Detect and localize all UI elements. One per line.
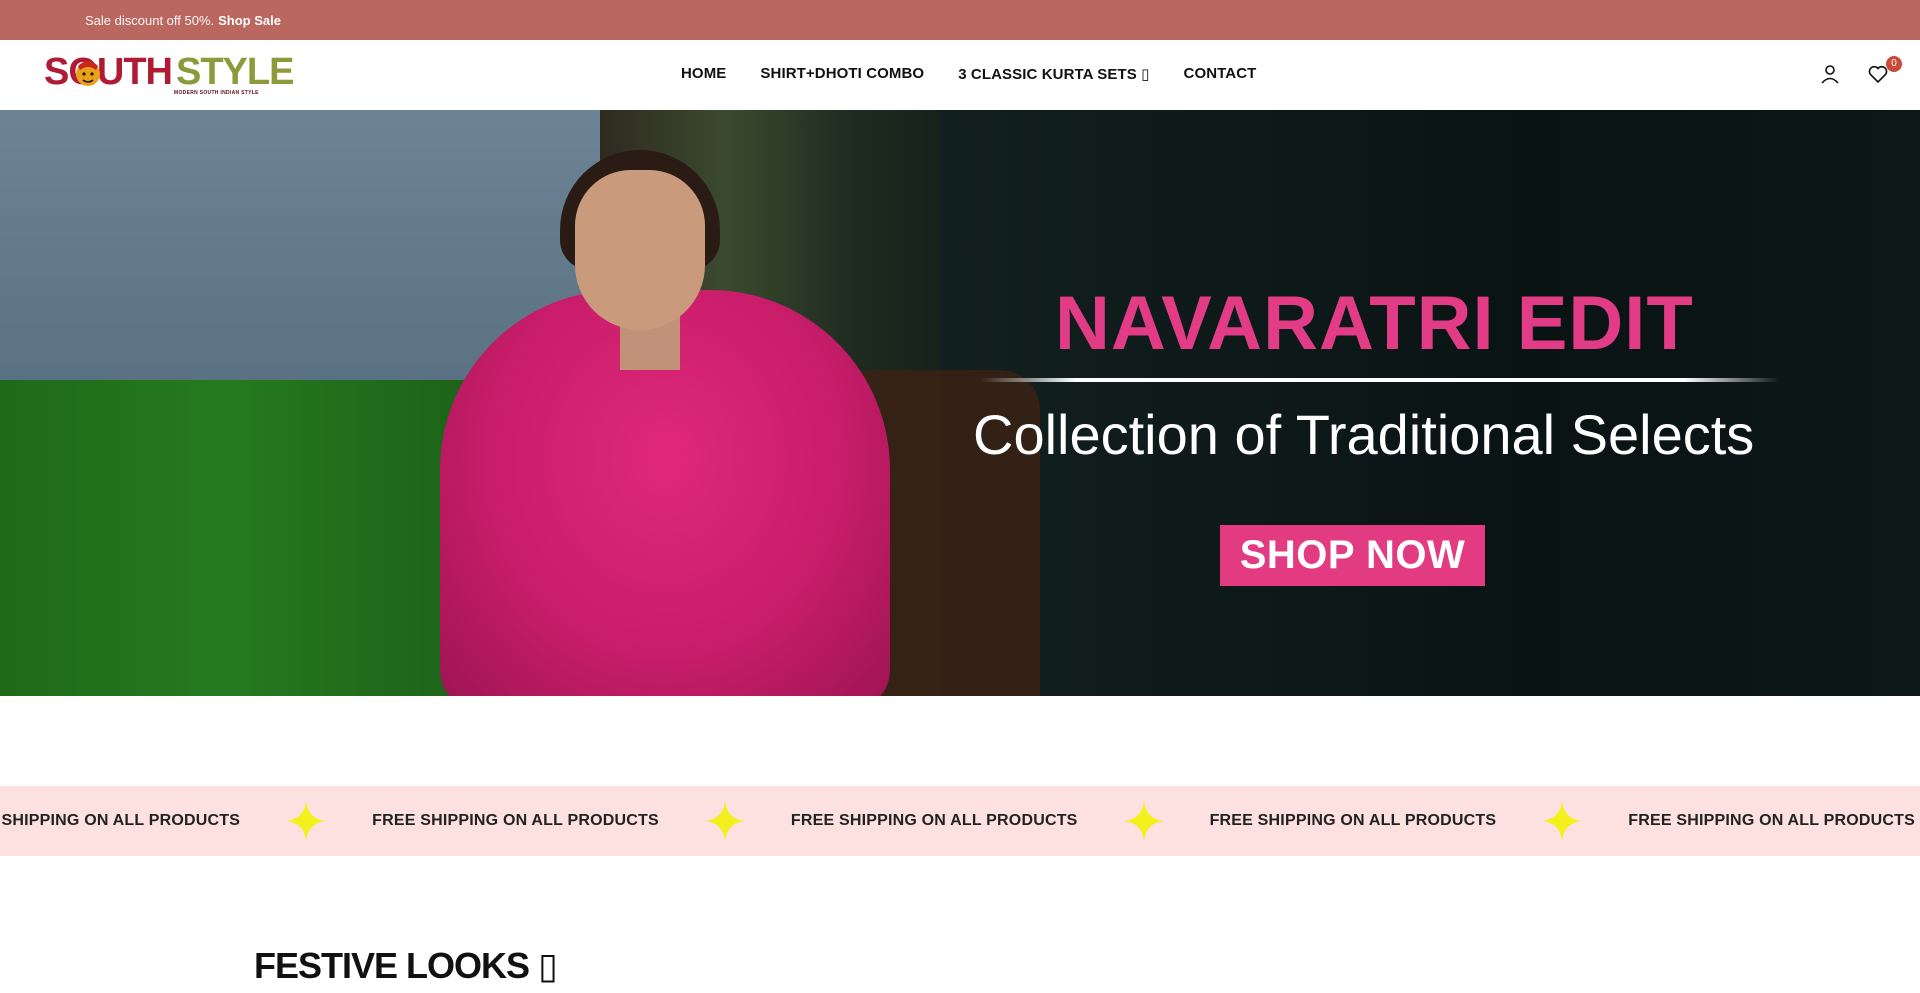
announcement-text: Sale discount off 50%. bbox=[85, 12, 215, 28]
marquee-track: E SHIPPING ON ALL PRODUCTS FREE SHIPPING… bbox=[0, 786, 1920, 856]
marquee-item: FREE SHIPPING ON ALL PRODUCTS bbox=[1628, 812, 1915, 829]
logo-tagline: MODERN SOUTH INDIAN STYLE bbox=[174, 90, 259, 96]
nav-item-contact[interactable]: CONTACT bbox=[1184, 65, 1257, 83]
site-header: SOUTH STYLE MODERN SOUTH INDIAN STYLE HOM… bbox=[0, 40, 1920, 110]
section-title: FESTIVE LOOKS ▯ bbox=[254, 945, 558, 986]
nav-item-classic-kurta-sets[interactable]: 3 CLASSIC KURTA SETS ▯ bbox=[958, 65, 1149, 83]
hero-title: NAVARATRI EDIT bbox=[1055, 281, 1694, 366]
logo-face-icon bbox=[76, 61, 100, 86]
main-nav: HOME SHIRT+DHOTI COMBO 3 CLASSIC KURTA S… bbox=[681, 65, 1256, 83]
hero-subtitle: Collection of Traditional Selects bbox=[973, 403, 1755, 466]
nav-item-home[interactable]: HOME bbox=[681, 65, 726, 83]
hero-banner[interactable]: NAVARATRI EDIT Collection of Traditional… bbox=[0, 110, 1920, 696]
hero-model-face bbox=[575, 170, 705, 330]
header-actions: 0 bbox=[1818, 56, 1902, 86]
shipping-marquee: E SHIPPING ON ALL PRODUCTS FREE SHIPPING… bbox=[0, 786, 1920, 856]
nav-item-shirt-dhoti-combo[interactable]: SHIRT+DHOTI COMBO bbox=[760, 65, 924, 83]
announcement-bar: Sale discount off 50%. Shop Sale bbox=[0, 0, 1920, 40]
site-logo[interactable]: SOUTH STYLE MODERN SOUTH INDIAN STYLE bbox=[44, 52, 294, 98]
shop-now-button[interactable]: SHOP NOW bbox=[1220, 525, 1485, 586]
user-icon[interactable] bbox=[1818, 62, 1842, 86]
star-icon bbox=[704, 801, 745, 841]
hero-divider bbox=[980, 378, 1780, 382]
star-icon bbox=[1123, 801, 1164, 841]
star-icon bbox=[1542, 801, 1583, 841]
marquee-item: E SHIPPING ON ALL PRODUCTS bbox=[0, 812, 241, 829]
wishlist-count-badge: 0 bbox=[1886, 56, 1902, 72]
shop-sale-link[interactable]: Shop Sale bbox=[218, 13, 281, 28]
wishlist-button[interactable]: 0 bbox=[1866, 56, 1902, 86]
marquee-item: FREE SHIPPING ON ALL PRODUCTS bbox=[1209, 812, 1497, 829]
marquee-item: FREE SHIPPING ON ALL PRODUCTS bbox=[790, 812, 1078, 829]
star-icon bbox=[286, 801, 327, 841]
marquee-item: FREE SHIPPING ON ALL PRODUCTS bbox=[372, 812, 659, 829]
